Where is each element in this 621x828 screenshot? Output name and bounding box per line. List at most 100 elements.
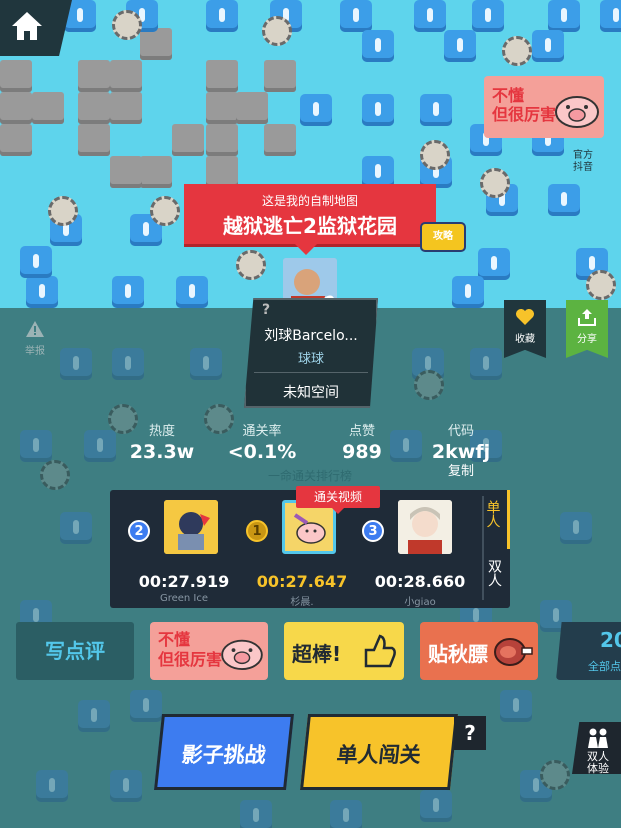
stat-value: <0.1%	[227, 441, 297, 463]
sticker-great[interactable]: 超棒!	[284, 622, 404, 680]
help-button[interactable]: ?	[454, 716, 486, 750]
thumbs-up-icon	[364, 634, 396, 668]
map-block	[60, 348, 92, 380]
banner-subtitle: 这是我的自制地图	[261, 194, 358, 208]
report-label: 举报	[25, 346, 45, 357]
map-block	[500, 690, 532, 722]
corner-sticker-top[interactable]: 不懂 但很厉害	[484, 76, 604, 138]
sticker-impressive[interactable]: 不懂 但很厉害	[150, 622, 268, 680]
stat-label: 通关率	[242, 424, 282, 439]
map-block	[0, 124, 32, 156]
map-block	[340, 0, 372, 32]
map-block	[532, 30, 564, 62]
map-block	[478, 248, 510, 280]
map-block	[78, 700, 110, 732]
map-block	[548, 0, 580, 32]
official-douyin-badge[interactable]: 官方 抖音	[563, 150, 603, 204]
sticker-autumn[interactable]: 贴秋膘	[420, 622, 538, 680]
map-block	[444, 30, 476, 62]
stat-likes: 点赞 989	[334, 420, 390, 463]
avatar-image	[164, 500, 218, 554]
map-block	[172, 124, 204, 156]
rank-player-3: 小giao	[404, 597, 436, 608]
stat-value: 23.3w	[129, 441, 195, 463]
rank-time-1: 00:27.647	[256, 572, 348, 591]
sticker-text: 超棒!	[292, 642, 342, 666]
stat-pass-rate: 通关率 <0.1%	[224, 420, 300, 463]
saw-hazard	[150, 196, 180, 226]
saw-hazard	[586, 270, 616, 300]
map-block	[78, 60, 110, 92]
heart-icon	[516, 309, 534, 325]
saw-hazard	[502, 36, 532, 66]
map-block	[26, 276, 58, 308]
tab-label: 双人	[486, 559, 502, 587]
map-block	[240, 800, 272, 828]
rank-player-1: 杉晨.	[290, 597, 314, 608]
official-label: 官方 抖音	[573, 150, 593, 173]
duo-experience-button[interactable]: 双人 体验	[572, 722, 621, 774]
single-play-button[interactable]: 单人闯关	[300, 714, 458, 790]
saw-hazard	[112, 10, 142, 40]
shadow-challenge-button[interactable]: 影子挑战	[154, 714, 294, 790]
map-block	[390, 430, 422, 462]
share-button[interactable]: 分享	[566, 300, 608, 358]
saw-hazard	[480, 168, 510, 198]
report-button[interactable]: 举报	[22, 320, 48, 357]
saw-hazard	[420, 140, 450, 170]
map-block	[420, 790, 452, 822]
map-block	[452, 276, 484, 308]
tab-double[interactable]: 双人	[478, 549, 510, 608]
tab-label: 单人	[484, 500, 501, 528]
map-block	[300, 94, 332, 126]
map-block	[362, 94, 394, 126]
rank-player-2: Green Ice	[159, 593, 209, 604]
map-block	[110, 770, 142, 802]
clear-video-badge[interactable]: 通关视频	[296, 486, 380, 514]
map-block	[362, 30, 394, 62]
map-block	[84, 430, 116, 462]
stat-label: 点赞	[348, 424, 375, 439]
banner-title: 越狱逃亡2监狱花园	[223, 214, 397, 238]
rank-avatar-1[interactable]	[282, 500, 336, 554]
creator-card[interactable]: ? 刘球Barcelo... 球球 未知空间	[244, 298, 378, 408]
copy-code-button[interactable]: 复制	[448, 460, 474, 479]
rank-time-3: 00:28.660	[374, 572, 466, 591]
map-block	[20, 246, 52, 278]
map-block	[236, 92, 268, 124]
unknown-icon: ?	[262, 302, 271, 318]
saw-hazard	[236, 250, 266, 280]
map-block	[60, 512, 92, 544]
map-block	[470, 348, 502, 380]
rank-avatar-2[interactable]	[164, 500, 218, 554]
rank-avatar-3[interactable]	[398, 500, 452, 554]
all-reviews-panel[interactable]: 20 全部点	[556, 622, 621, 680]
map-block	[20, 430, 52, 462]
write-review-button[interactable]: 写点评	[16, 622, 134, 680]
map-block	[78, 92, 110, 124]
two-people-icon	[588, 728, 608, 748]
rank-badge-2: 2	[128, 520, 150, 542]
map-block	[112, 276, 144, 308]
tab-single[interactable]: 单人	[478, 490, 510, 549]
map-block	[600, 0, 621, 32]
share-label: 分享	[577, 334, 597, 345]
saw-hazard	[414, 370, 444, 400]
leaderboard-tabs: 单人 双人	[478, 490, 510, 608]
rank-badge-1: 1	[246, 520, 268, 542]
map-block	[110, 60, 142, 92]
rank-time-2: 00:27.919	[138, 572, 230, 591]
stat-label: 代码	[447, 424, 474, 439]
pig-icon	[221, 639, 263, 670]
stat-label: 热度	[148, 424, 175, 439]
map-block	[264, 124, 296, 156]
map-block	[420, 94, 452, 126]
guide-tv-button[interactable]: 攻略	[420, 222, 466, 252]
map-block	[0, 92, 32, 124]
map-block	[112, 348, 144, 380]
saw-hazard	[48, 196, 78, 226]
avatar-image	[285, 503, 333, 551]
review-count-label: 全部点	[588, 660, 621, 673]
map-block	[0, 60, 32, 92]
collect-button[interactable]: 收藏	[504, 300, 546, 358]
